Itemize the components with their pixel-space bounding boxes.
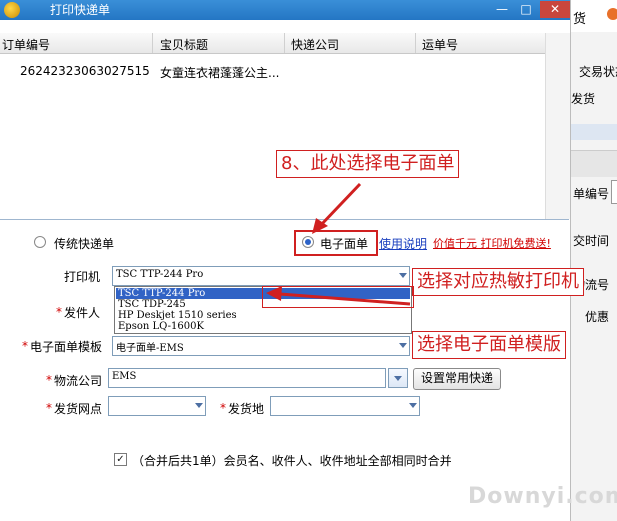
arrow-head-printer — [266, 286, 282, 301]
arrow-to-electronic — [318, 182, 362, 228]
watermark: Downyi.com — [468, 484, 617, 509]
arrow-to-printer — [279, 292, 411, 306]
annotation-arrows — [266, 182, 411, 306]
